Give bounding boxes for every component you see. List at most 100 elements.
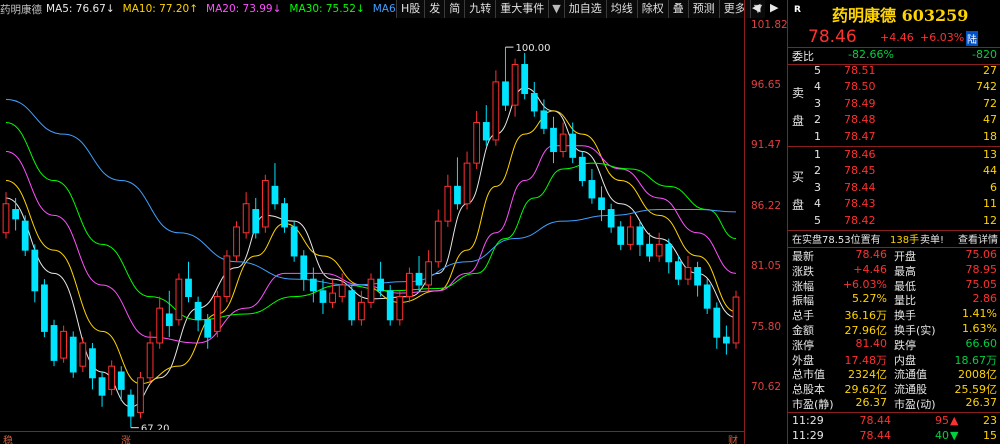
- candle-body: [684, 267, 692, 280]
- candle-body: [2, 203, 10, 234]
- position-suffix: 卖单!: [920, 235, 945, 246]
- candle-body: [41, 284, 48, 332]
- order-level: 3: [814, 96, 821, 110]
- stats-row: 涨停 81.40 跌停 66.60: [788, 337, 1000, 353]
- kline-chart-area[interactable]: 药明康德 MA5: 76.67↓ MA10: 77.20↑ MA20: 73.99↓…: [0, 0, 788, 444]
- candle-body: [204, 319, 212, 338]
- order-price: 78.47: [844, 129, 876, 143]
- candle-body: [463, 162, 471, 205]
- order-volume: 72: [983, 96, 997, 110]
- order-price: 78.43: [844, 197, 876, 211]
- candle-body: [665, 243, 673, 263]
- stat-value: 81.40: [855, 336, 888, 350]
- candlestick-plot[interactable]: 100.00 67.20: [0, 18, 744, 430]
- order-volume: 742: [976, 80, 997, 94]
- ma-legend-item: MA20: 73.99↓: [206, 3, 281, 15]
- candle-body: [300, 255, 308, 280]
- candle-body: [309, 278, 317, 292]
- candle-body: [271, 185, 279, 205]
- stat-value: 17.48万: [844, 353, 888, 367]
- candle-body: [406, 272, 413, 298]
- candle-body: [117, 371, 125, 390]
- candle-body: [21, 220, 29, 251]
- candle-body: [492, 81, 500, 141]
- toolbar-button[interactable]: 重大事件: [495, 0, 549, 18]
- sell-order-row: 3 78.49 72: [788, 97, 1000, 113]
- order-level: 4: [814, 197, 821, 211]
- candle-body: [444, 185, 452, 222]
- price-row: 78.46 +4.46 +6.03% 陆: [788, 27, 1000, 47]
- panel-header: R 药明康德 603259: [788, 2, 1000, 25]
- sell-order-row: 4 78.50 742: [788, 80, 1000, 96]
- candle-body: [338, 284, 346, 298]
- candle-body: [358, 301, 365, 321]
- candle-body: [415, 272, 423, 286]
- candle-body: [386, 290, 394, 321]
- stat-label: 跌停: [894, 338, 916, 352]
- ma-legend-item: MA30: 75.52↓: [289, 3, 364, 15]
- toolbar-button[interactable]: 加自选: [563, 0, 606, 18]
- view-detail-link[interactable]: 查看详情: [958, 231, 998, 246]
- stat-label: 最高: [894, 264, 916, 278]
- stat-label: 市盈(静): [792, 398, 834, 411]
- toolbar-button[interactable]: ▼: [548, 0, 564, 18]
- tick-time: 11:29: [792, 429, 824, 442]
- candle-body: [550, 127, 557, 153]
- candle-body: [156, 307, 164, 344]
- toolbar-button[interactable]: 更多: [718, 0, 750, 18]
- stat-value: 78.46: [855, 248, 888, 261]
- candle-body: [233, 226, 240, 257]
- candle-body: [50, 325, 58, 361]
- stat-value: 1.63%: [962, 322, 997, 335]
- low-marker-label: 67.20: [141, 424, 170, 430]
- tick-count: 15: [983, 429, 997, 442]
- tick-direction-icon: ▲: [950, 414, 959, 427]
- stats-row: 总手 36.16万 换手 1.41%: [788, 307, 1000, 323]
- stat-label: 涨跌: [792, 264, 814, 278]
- stat-value: 18.67万: [954, 353, 998, 367]
- stats-row: 总市值 2324亿 流通值 2008亿: [788, 366, 1000, 382]
- toolbar-button[interactable]: 九转: [464, 0, 496, 18]
- toolbar-button[interactable]: 均线: [605, 0, 637, 18]
- candle-body: [261, 180, 269, 228]
- stat-label: 最新: [792, 250, 814, 263]
- order-volume: 6: [990, 180, 997, 194]
- candle-body: [425, 261, 433, 286]
- toolbar-button[interactable]: H股: [396, 0, 425, 18]
- candle-body: [60, 330, 68, 359]
- candle-body: [185, 278, 192, 298]
- toolbar-button[interactable]: 叠: [667, 0, 688, 18]
- order-level: 4: [814, 80, 821, 94]
- next-arrow-icon[interactable]: ▶: [770, 1, 778, 14]
- tick-row: 11:29 78.44 40 ▼ 15: [788, 429, 1000, 444]
- stat-value: 2324亿: [848, 368, 887, 382]
- weibi-pct: -82.66%: [848, 48, 894, 61]
- tick-price: 78.44: [859, 429, 892, 442]
- ma-line-ma5: [5, 87, 737, 408]
- buy-order-row: 3 78.44 6: [788, 181, 1000, 197]
- candle-body: [12, 209, 19, 220]
- toolbar-button[interactable]: 预测: [687, 0, 719, 18]
- tick-row: 11:29 78.44 95 ▲ 23: [788, 414, 1000, 430]
- candle-body: [175, 278, 183, 321]
- stats-row: 外盘 17.48万 内盘 18.67万: [788, 352, 1000, 368]
- weibi-row: 委比 -82.66% -820: [788, 48, 1000, 64]
- chart-toolbar: H股发简九转 重大事件 ▼ 加自选 均线 除权叠预测 更多 ▼: [396, 0, 766, 18]
- stats-row: 最新 78.46 开盘 75.06: [788, 248, 1000, 264]
- candle-body: [713, 307, 721, 338]
- stat-label: 总市值: [792, 368, 825, 382]
- order-price: 78.50: [844, 80, 876, 94]
- candle-body: [108, 365, 116, 390]
- toolbar-button[interactable]: 简: [444, 0, 465, 18]
- candle-body: [578, 156, 586, 182]
- order-volume: 27: [983, 64, 997, 77]
- axis-marker-label: 稳: [3, 436, 13, 444]
- toolbar-button[interactable]: 除权: [636, 0, 668, 18]
- price-tick-label: 75.80: [751, 320, 782, 333]
- prev-arrow-icon[interactable]: ◀: [752, 1, 760, 14]
- stat-value: +4.46: [853, 262, 887, 276]
- ma-trend-icon: ↓: [105, 3, 115, 15]
- toolbar-button[interactable]: 发: [424, 0, 445, 18]
- price-tick-label: 101.82: [751, 19, 788, 31]
- ma-value: MA5: 76.67: [46, 3, 106, 15]
